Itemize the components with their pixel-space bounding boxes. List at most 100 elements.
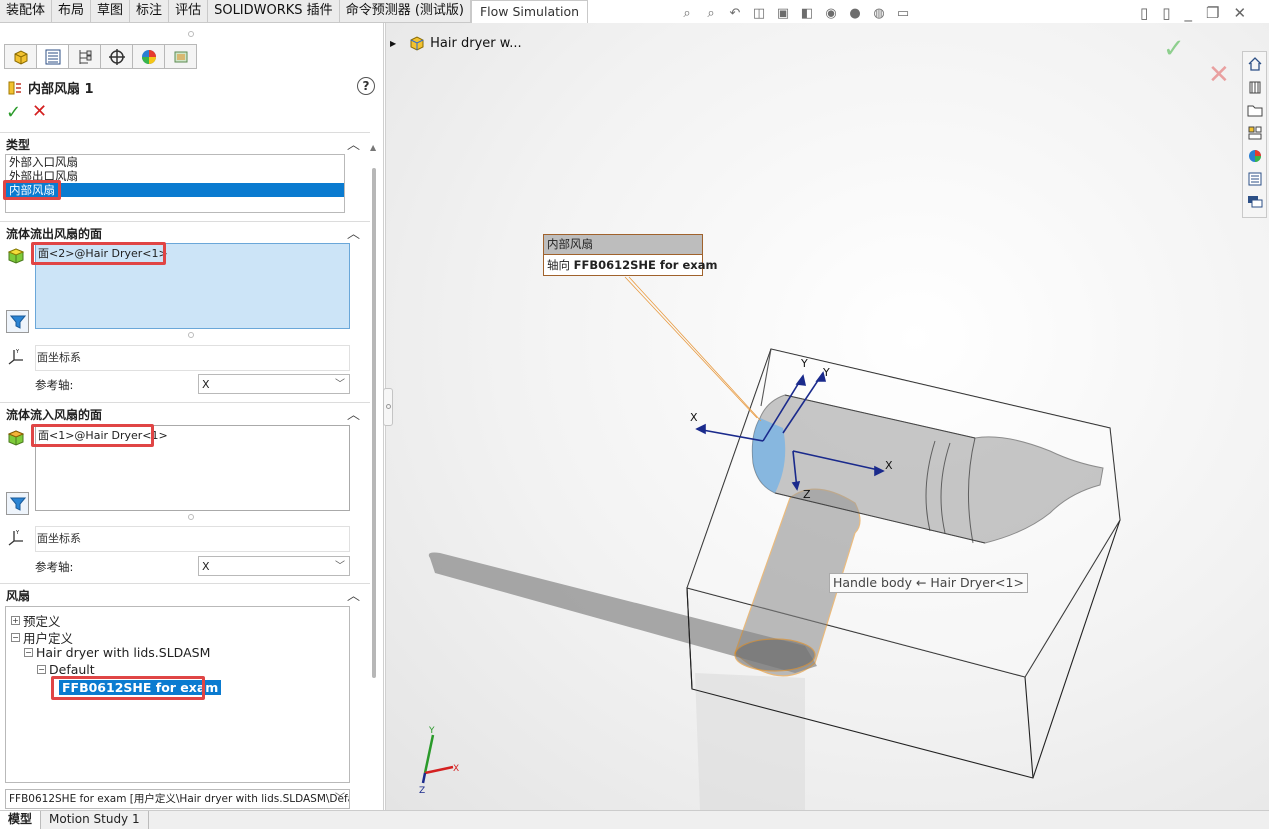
highlight-box <box>31 424 154 447</box>
chevron-down-icon: ﹀ <box>335 561 345 572</box>
section-view-icon[interactable]: ◫ <box>749 4 769 22</box>
fan-path-select[interactable]: FFB0612SHE for exam [用户定义\Hair dryer wit… <box>5 789 350 809</box>
tile-alt-icon[interactable]: ▯ <box>1162 4 1170 22</box>
inlet-reference-axis-row: 参考轴: X ﹀ <box>35 556 350 576</box>
splitter-handle[interactable] <box>188 332 194 338</box>
view-settings-icon[interactable]: ▭ <box>893 4 913 22</box>
tab-solidworks-addins[interactable]: SOLIDWORKS 插件 <box>208 0 340 23</box>
tab-sketch[interactable]: 草图 <box>91 0 131 23</box>
hide-show-items-icon[interactable]: ◉ <box>821 4 841 22</box>
fan-section-header[interactable]: 风扇 ︿ <box>0 583 370 605</box>
reference-axis-value: X <box>202 378 210 391</box>
tab-flow-analysis[interactable] <box>164 44 197 69</box>
zoom-to-area-icon[interactable]: ⌕ <box>701 4 721 22</box>
reference-axis-label: 参考轴: <box>35 378 74 392</box>
section-title: 风扇 <box>6 589 31 603</box>
collapse-icon[interactable]: − <box>37 665 46 674</box>
close-icon[interactable]: ✕ <box>1233 4 1246 22</box>
outlet-coordinate-system-field[interactable]: 面坐标系 <box>6 345 350 371</box>
home-icon[interactable] <box>1243 52 1266 75</box>
tab-feature-manager[interactable] <box>4 44 37 69</box>
tab-layout[interactable]: 布局 <box>52 0 92 23</box>
view-orientation-icon[interactable]: ▣ <box>773 4 793 22</box>
list-item[interactable]: 外部入口风扇 <box>6 155 344 169</box>
display-style-icon[interactable]: ◧ <box>797 4 817 22</box>
inlet-coordinate-system-field[interactable]: 面坐标系 <box>6 526 350 552</box>
tab-evaluate[interactable]: 评估 <box>169 0 209 23</box>
tile-icon[interactable]: ▯ <box>1140 4 1148 22</box>
chevron-up-icon[interactable]: ︿ <box>347 223 360 242</box>
reference-axis-select[interactable]: X ﹀ <box>198 374 350 394</box>
forum-icon[interactable] <box>1243 190 1266 213</box>
tab-configuration-manager[interactable] <box>68 44 101 69</box>
face-selection-icon <box>7 430 25 446</box>
tree-node-assembly[interactable]: − Hair dryer with lids.SLDASM <box>24 645 210 660</box>
view-palette-icon[interactable] <box>1243 121 1266 144</box>
chevron-up-icon[interactable]: ︿ <box>347 404 360 423</box>
filter-button[interactable] <box>6 492 29 515</box>
tab-property-manager[interactable] <box>36 44 69 69</box>
apply-scene-icon[interactable]: ◍ <box>869 4 889 22</box>
collapse-icon[interactable]: − <box>11 633 20 642</box>
assembly-icon <box>14 49 27 65</box>
ok-button[interactable]: ✓ <box>6 102 21 123</box>
type-section-header[interactable]: 类型 ︿ <box>0 132 370 154</box>
previous-view-icon[interactable]: ↶ <box>725 4 745 22</box>
axis-label-y: Y <box>822 366 830 379</box>
appearances-icon[interactable] <box>1243 144 1266 167</box>
tab-markup[interactable]: 标注 <box>130 0 170 23</box>
zoom-to-fit-icon[interactable]: ⌕ <box>677 4 697 22</box>
file-explorer-icon[interactable] <box>1243 98 1266 121</box>
reference-axis-label: 参考轴: <box>35 560 74 574</box>
callout-body-value: FFB0612SHE for exam <box>573 258 718 272</box>
filter-button[interactable] <box>6 310 29 333</box>
tree-node-configuration[interactable]: − Default <box>37 662 95 677</box>
coordinate-system-label: 面坐标系 <box>37 532 81 545</box>
minimize-icon[interactable]: _ <box>1185 4 1193 22</box>
expand-arrow-icon[interactable]: ▶ <box>390 39 396 48</box>
scrollbar-thumb[interactable] <box>372 168 376 678</box>
reference-axis-select[interactable]: X ﹀ <box>198 556 350 576</box>
restore-icon[interactable]: ❐ <box>1206 4 1219 22</box>
tab-display-manager[interactable] <box>132 44 165 69</box>
coordinate-system-box[interactable] <box>35 345 350 371</box>
assembly-name: Hair dryer w... <box>430 35 522 51</box>
filter-icon <box>9 497 26 511</box>
outlet-faces-section-header[interactable]: 流体流出风扇的面 ︿ <box>0 221 370 243</box>
model-scene[interactable]: X X Y Y Z Y X Z <box>385 23 1269 810</box>
task-pane-tabs <box>1242 51 1267 218</box>
edit-appearance-icon[interactable]: ● <box>845 4 865 22</box>
collapse-icon[interactable]: − <box>24 648 33 657</box>
highlight-box <box>51 676 205 700</box>
axis-label-z: Z <box>803 488 811 501</box>
cancel-button[interactable]: ✕ <box>32 101 47 122</box>
feature-tree-root[interactable]: ▶ Hair dryer w... <box>390 34 522 52</box>
scroll-up-icon[interactable]: ▲ <box>370 143 376 152</box>
chevron-up-icon[interactable]: ︿ <box>347 134 360 153</box>
confirm-corner-cancel-icon[interactable]: ✕ <box>1208 60 1230 90</box>
reference-triad: Y X Z <box>419 726 459 796</box>
chevron-up-icon[interactable]: ︿ <box>347 585 360 604</box>
axis-label-x: X <box>885 459 893 472</box>
tab-assembly[interactable]: 装配体 <box>0 0 53 23</box>
inlet-faces-section-header[interactable]: 流体流入风扇的面 ︿ <box>0 402 370 424</box>
custom-properties-icon[interactable] <box>1243 167 1266 190</box>
scrollbar[interactable]: ▲ <box>370 143 378 683</box>
tree-node-label: Default <box>49 662 95 677</box>
help-button[interactable]: ? <box>357 77 375 95</box>
section-title: 流体流出风扇的面 <box>6 227 103 241</box>
tab-model[interactable]: 模型 <box>0 811 42 829</box>
tab-command-predictor[interactable]: 命令预测器 (测试版) <box>340 0 471 23</box>
tab-dimxpert-manager[interactable] <box>100 44 133 69</box>
fan-callout[interactable]: 内部风扇 轴向 FFB0612SHE for exam <box>543 234 717 276</box>
confirm-corner-ok-icon[interactable]: ✓ <box>1163 34 1185 64</box>
coordinate-system-box[interactable] <box>35 526 350 552</box>
design-library-icon[interactable] <box>1243 75 1266 98</box>
tab-motion-study[interactable]: Motion Study 1 <box>41 811 149 829</box>
splitter-handle[interactable] <box>188 514 194 520</box>
splitter-handle[interactable] <box>188 31 194 37</box>
expand-icon[interactable]: + <box>11 616 20 625</box>
tab-flow-simulation[interactable]: Flow Simulation <box>470 0 589 23</box>
fan-path-value: FFB0612SHE for exam [用户定义\Hair dryer wit… <box>9 793 350 805</box>
configuration-tree-icon <box>79 49 91 64</box>
